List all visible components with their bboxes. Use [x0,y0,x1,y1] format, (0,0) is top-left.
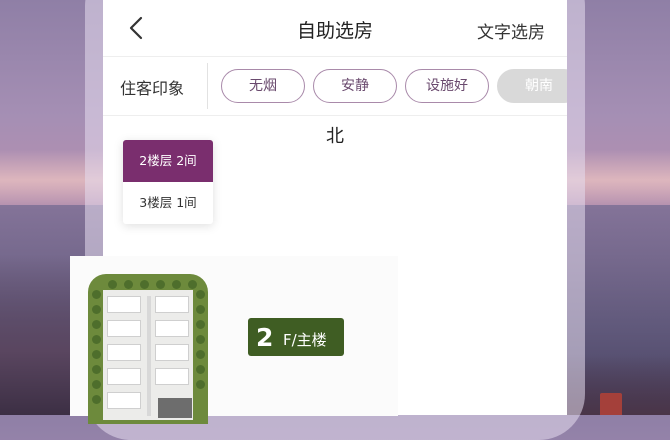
room[interactable] [107,296,141,313]
room[interactable] [155,344,189,361]
tag-quiet[interactable]: 安静 [313,69,397,103]
tree-icon [124,280,133,289]
tree-icon [140,280,149,289]
stairs [158,398,192,418]
text-select-button[interactable]: 文字选房 [477,18,545,43]
room[interactable] [107,392,141,409]
tree-icon [92,395,101,404]
tree-icon [92,305,101,314]
tree-icon [92,350,101,359]
room[interactable] [155,320,189,337]
tree-icon [92,320,101,329]
top-bar: 自助选房 文字选房 [103,0,567,56]
tree-icon [92,335,101,344]
floor-option-2[interactable]: 2楼层 2间 [123,140,213,182]
tree-icon [92,290,101,299]
floor-selector: 2楼层 2间 3楼层 1间 [123,140,213,224]
tree-icon [156,280,165,289]
tree-icon [172,280,181,289]
floor-sign: 2 F/主楼 [248,318,344,356]
tree-icon [196,335,205,344]
corridor [147,296,151,416]
tag-good-facilities[interactable]: 设施好 [405,69,489,103]
background-lighthouse [600,393,622,415]
tag-no-smoking[interactable]: 无烟 [221,69,305,103]
divider [207,63,208,109]
tree-icon [196,365,205,374]
tree-icon [196,320,205,329]
room[interactable] [155,368,189,385]
guest-impression-row: 住客印象 无烟 安静 设施好 朝南 [103,56,567,116]
floor-sign-building: F/主楼 [283,331,327,349]
tree-icon [196,305,205,314]
tree-icon [92,365,101,374]
floor-option-3[interactable]: 3楼层 1间 [123,182,213,224]
tree-icon [196,350,205,359]
tree-icon [196,290,205,299]
floor-sign-number: 2 [256,323,274,352]
room[interactable] [107,320,141,337]
room[interactable] [155,296,189,313]
tree-icon [196,380,205,389]
tag-south-facing[interactable]: 朝南 [497,69,567,103]
guest-impression-label: 住客印象 [120,79,185,98]
tree-icon [92,380,101,389]
room[interactable] [107,344,141,361]
tree-icon [188,280,197,289]
room[interactable] [107,368,141,385]
tree-icon [108,280,117,289]
